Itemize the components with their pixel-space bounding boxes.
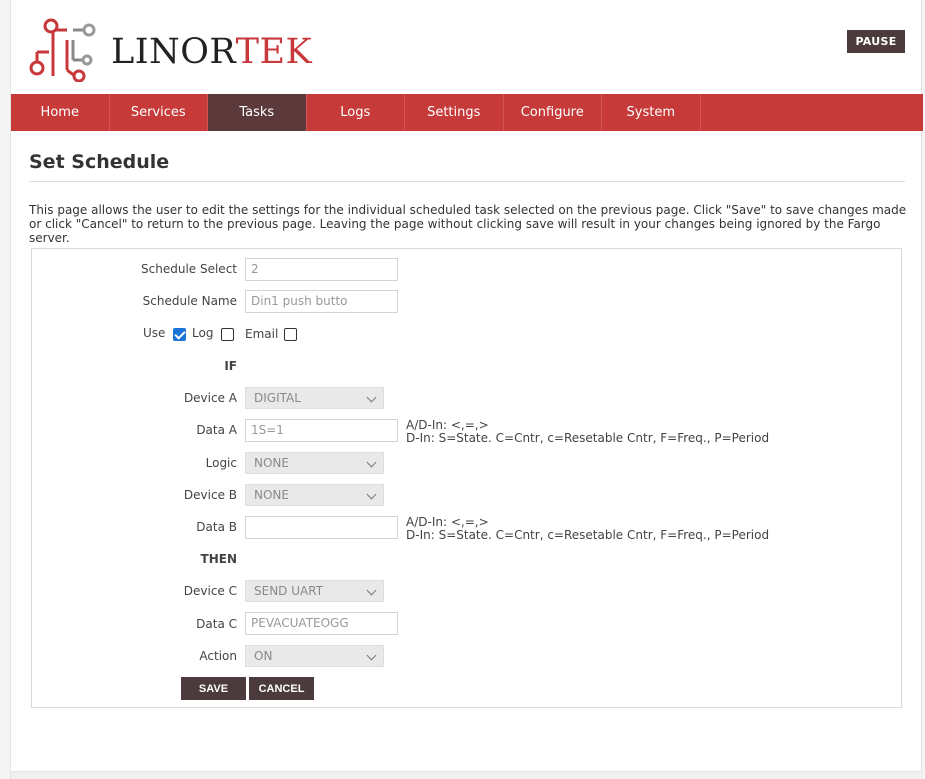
logic-label: Logic bbox=[205, 456, 237, 470]
pause-button[interactable]: PAUSE bbox=[847, 30, 905, 53]
nav-configure[interactable]: Configure bbox=[504, 94, 602, 131]
nav-services[interactable]: Services bbox=[110, 94, 208, 131]
nav-system[interactable]: System bbox=[602, 94, 701, 131]
then-heading: THEN bbox=[200, 552, 237, 566]
use-label: Use bbox=[143, 326, 166, 340]
device-b-select[interactable]: NONE bbox=[245, 484, 384, 506]
email-checkbox[interactable] bbox=[284, 328, 297, 341]
data-b-label: Data B bbox=[196, 520, 237, 534]
page-intro: This page allows the user to edit the se… bbox=[29, 203, 907, 245]
action-select[interactable]: ON bbox=[245, 645, 384, 667]
circuit-node-logo-icon bbox=[29, 18, 96, 82]
device-c-select[interactable]: SEND UART bbox=[245, 580, 384, 602]
title-divider bbox=[29, 181, 905, 182]
nav-home[interactable]: Home bbox=[11, 94, 110, 131]
nav-settings[interactable]: Settings bbox=[405, 94, 504, 131]
device-c-value: SEND UART bbox=[254, 584, 324, 598]
use-checkbox[interactable] bbox=[173, 328, 186, 341]
action-label: Action bbox=[199, 649, 237, 663]
schedule-name-input[interactable]: Din1 push butto bbox=[245, 290, 398, 313]
main-nav: Home Services Tasks Logs Settings Config… bbox=[11, 94, 923, 131]
data-b-hint-line2: D-In: S=State. C=Cntr, c=Resetable Cntr,… bbox=[406, 528, 770, 542]
data-a-input[interactable]: 1S=1 bbox=[245, 419, 398, 442]
data-a-label: Data A bbox=[196, 423, 237, 437]
schedule-select-label: Schedule Select bbox=[141, 262, 237, 276]
logic-select[interactable]: NONE bbox=[245, 452, 384, 474]
data-b-input[interactable] bbox=[245, 516, 398, 539]
chevron-down-icon bbox=[363, 388, 383, 408]
chevron-down-icon bbox=[363, 485, 383, 505]
schedule-select-input[interactable]: 2 bbox=[245, 258, 398, 281]
page-title: Set Schedule bbox=[29, 151, 170, 173]
chevron-down-icon bbox=[363, 453, 383, 473]
log-checkbox[interactable] bbox=[221, 328, 234, 341]
data-c-label: Data C bbox=[196, 617, 237, 631]
email-label: Email bbox=[245, 327, 279, 341]
device-a-label: Device A bbox=[183, 391, 237, 405]
device-b-label: Device B bbox=[183, 488, 237, 502]
linortek-logo[interactable]: LINORTEK bbox=[29, 18, 312, 82]
log-label: Log bbox=[192, 326, 214, 340]
schedule-name-label: Schedule Name bbox=[142, 294, 237, 308]
footer-strip bbox=[11, 771, 923, 779]
cancel-button[interactable]: CANCEL bbox=[249, 677, 314, 700]
nav-tasks[interactable]: Tasks bbox=[208, 94, 307, 131]
if-heading: IF bbox=[224, 359, 237, 373]
data-c-input[interactable]: PEVACUATEOGG bbox=[245, 612, 398, 635]
nav-logs[interactable]: Logs bbox=[307, 94, 405, 131]
data-a-hint-line2: D-In: S=State. C=Cntr, c=Resetable Cntr,… bbox=[406, 431, 770, 445]
page-container: LINORTEK PAUSE Home Services Tasks Logs … bbox=[10, 0, 923, 779]
chevron-down-icon bbox=[363, 646, 383, 666]
device-c-label: Device C bbox=[183, 584, 237, 598]
action-value: ON bbox=[254, 649, 273, 663]
device-a-value: DIGITAL bbox=[254, 391, 301, 405]
device-b-value: NONE bbox=[254, 488, 289, 502]
brand-name: LINORTEK bbox=[111, 32, 312, 72]
save-button[interactable]: SAVE bbox=[181, 677, 246, 700]
device-a-select[interactable]: DIGITAL bbox=[245, 387, 384, 409]
brand-name-part1: LINOR bbox=[111, 32, 236, 72]
logic-value: NONE bbox=[254, 456, 289, 470]
chevron-down-icon bbox=[363, 581, 383, 601]
brand-name-part2: TEK bbox=[235, 32, 313, 72]
schedule-form: Schedule Select 2 Schedule Name Din1 pus… bbox=[31, 248, 902, 708]
